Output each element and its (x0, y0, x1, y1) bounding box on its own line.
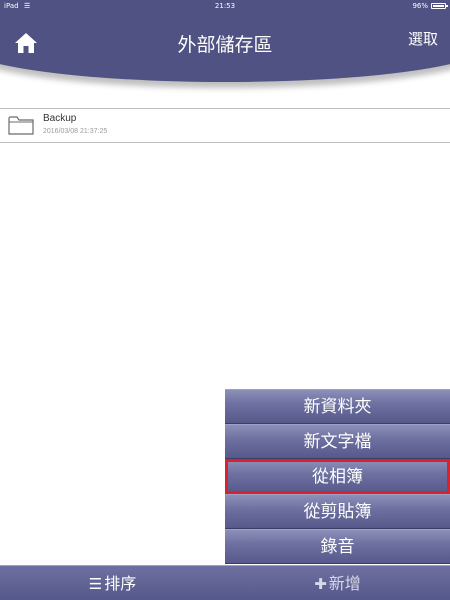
file-date: 2016/03/08 21:37:25 (43, 128, 108, 135)
battery-icon (431, 3, 448, 9)
menu-item-new-text-file[interactable]: 新文字檔 (225, 424, 450, 459)
file-row[interactable]: Backup 2016/03/08 21:37:25 (0, 109, 450, 142)
status-bar: iPad ☰ 21:53 96% (0, 0, 450, 12)
add-button[interactable]: ✚ 新增 (225, 566, 450, 600)
sort-button[interactable]: ☰ 排序 (0, 566, 225, 600)
file-name: Backup (43, 113, 77, 124)
battery-percent: 96% (412, 2, 428, 10)
add-menu: 新資料夾 新文字檔 從相簿 從剪貼簿 錄音 (225, 389, 450, 564)
page-title: 外部儲存區 (177, 34, 273, 56)
bottom-toolbar: ☰ 排序 ✚ 新增 (0, 565, 450, 600)
header: 外部儲存區 選取 (0, 12, 450, 98)
menu-item-from-clipboard[interactable]: 從剪貼簿 (225, 494, 450, 529)
plus-icon: ✚ (314, 575, 327, 593)
file-list: Backup 2016/03/08 21:37:25 (0, 108, 450, 143)
folder-icon (8, 116, 34, 135)
menu-item-record-audio[interactable]: 錄音 (225, 529, 450, 564)
menu-item-from-album[interactable]: 從相簿 (225, 459, 450, 494)
select-button[interactable]: 選取 (408, 28, 438, 49)
menu-item-new-folder[interactable]: 新資料夾 (225, 389, 450, 424)
list-icon: ☰ (88, 575, 103, 593)
clock: 21:53 (214, 2, 236, 10)
sort-label: 排序 (104, 574, 137, 593)
add-label: 新增 (328, 574, 361, 593)
